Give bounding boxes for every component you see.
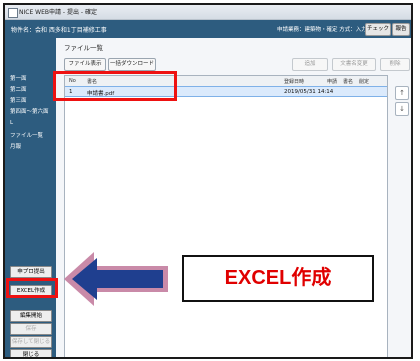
save-button[interactable]: 保存 xyxy=(10,323,52,335)
check-button[interactable]: チェック xyxy=(365,23,391,36)
file-list: No 書名 登録日時 申請 書名 削定 1 申請書.pdf 2019/05/31… xyxy=(64,75,388,357)
apply-call-button[interactable]: 申プロ提出 xyxy=(10,266,52,278)
sidebar-item-file-list[interactable]: ファイル一覧 xyxy=(10,131,43,139)
edit-start-button[interactable]: 編集開始 xyxy=(10,310,52,322)
save-close-button[interactable]: 保存して閉じる xyxy=(10,336,52,348)
project-name: 物件名：会和 西多和1丁目補修工事 xyxy=(11,27,107,34)
sidebar-item-page1[interactable]: 第一面 xyxy=(10,74,27,82)
scroll-up-button[interactable]: ↑ xyxy=(395,86,409,100)
sidebar: 第一面 第二面 第三面 第四面〜第六面 L ファイル一覧 月報 申プロ提出 EX… xyxy=(5,38,56,357)
pointer-arrow-icon xyxy=(64,252,168,306)
row-date: 2019/05/31 14:14 xyxy=(284,89,334,95)
column-title: 書名 xyxy=(343,79,354,85)
column-apply: 申請 xyxy=(327,79,338,85)
excel-button-highlight xyxy=(6,278,58,298)
excel-callout: EXCEL作成 xyxy=(182,255,374,302)
report-button[interactable]: 報告 xyxy=(392,23,410,36)
delete-button[interactable]: 削除 xyxy=(380,58,410,71)
file-row-highlight xyxy=(53,71,177,101)
close-button[interactable]: 閉じる xyxy=(10,349,52,357)
app-header: 物件名：会和 西多和1丁目補修工事 申請業務：建築物・確定 方式：入力 チェック… xyxy=(5,20,411,38)
column-rev: 削定 xyxy=(359,79,370,85)
page-title: ファイル一覧 xyxy=(64,44,103,52)
sidebar-item-page3[interactable]: 第三面 xyxy=(10,96,27,104)
file-display-button[interactable]: ファイル表示 xyxy=(64,58,106,71)
sidebar-item-page2[interactable]: 第二面 xyxy=(10,85,27,93)
sidebar-item-l[interactable]: L xyxy=(10,120,13,126)
bulk-download-button[interactable]: 一括ダウンロード xyxy=(108,58,156,71)
app-icon xyxy=(8,8,18,18)
scroll-down-button[interactable]: ↓ xyxy=(395,102,409,116)
sidebar-item-monthly[interactable]: 月報 xyxy=(10,142,21,150)
window-title: NICE WEB申請 - 提出 - 確定 xyxy=(19,9,97,16)
status-info: 申請業務：建築物・確定 方式：入力 xyxy=(277,27,367,33)
sidebar-item-page4-6[interactable]: 第四面〜第六面 xyxy=(10,107,49,115)
add-button[interactable]: 追加 xyxy=(292,58,328,71)
column-date: 登録日時 xyxy=(284,79,305,85)
edit-document-name-button[interactable]: 文書名変更 xyxy=(332,58,376,71)
window-titlebar: NICE WEB申請 - 提出 - 確定 xyxy=(5,5,411,20)
